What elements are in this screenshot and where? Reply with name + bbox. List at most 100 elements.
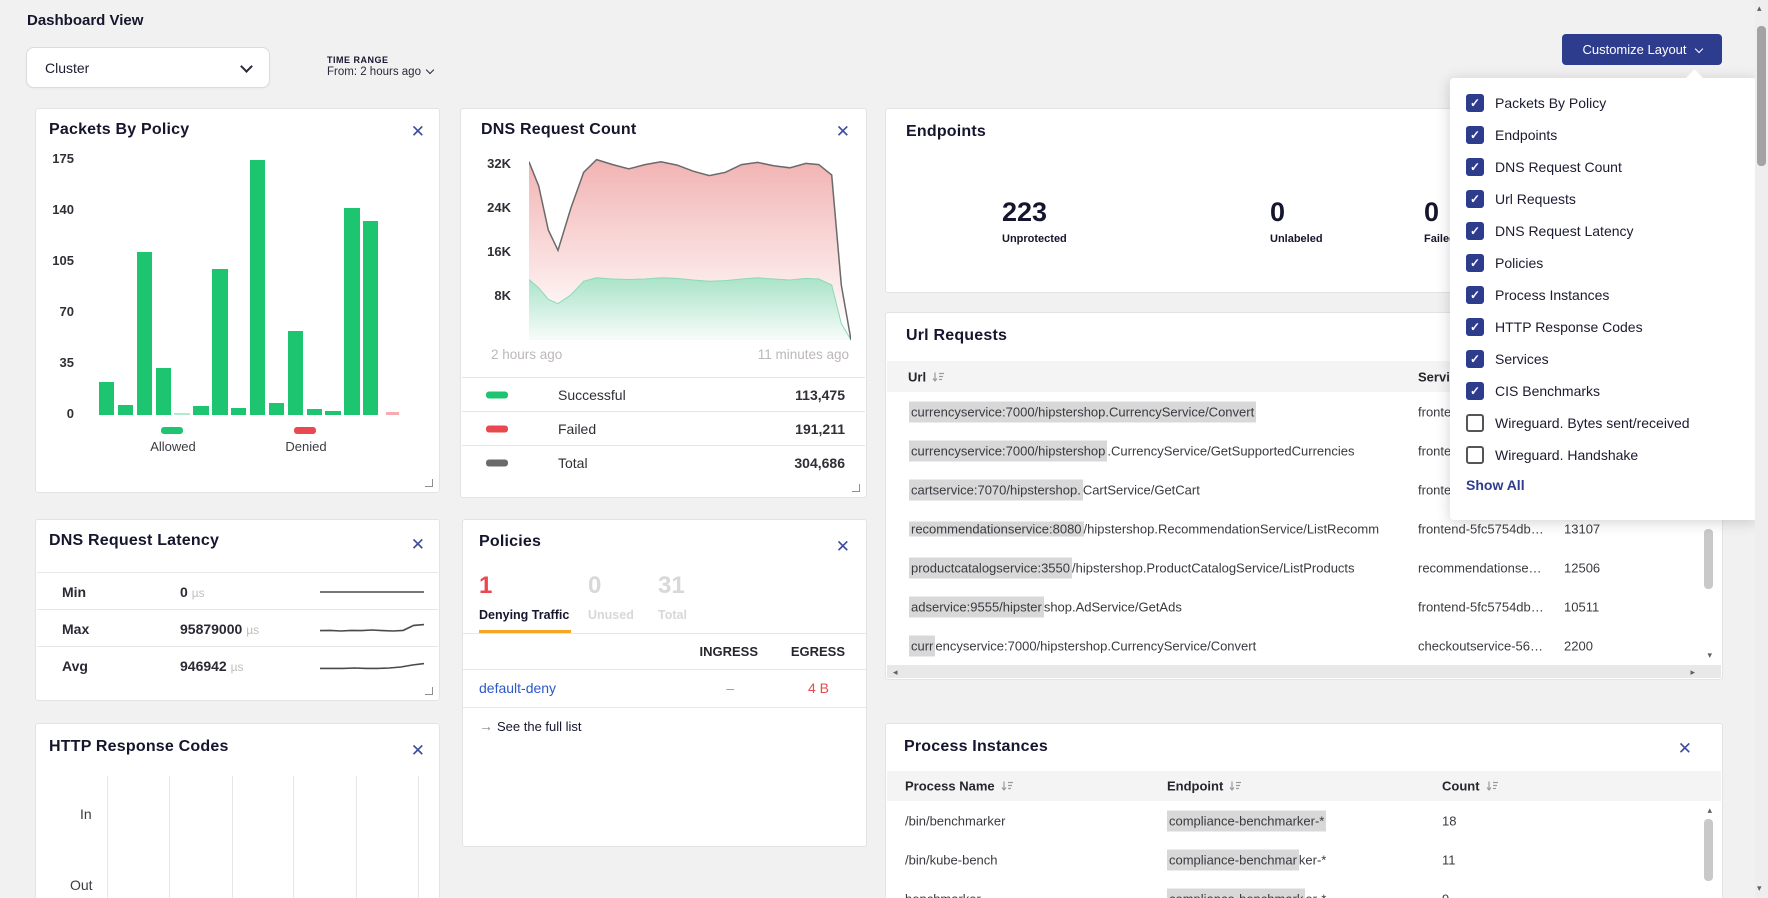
table-vertical-scrollbar[interactable] bbox=[1704, 529, 1713, 589]
count-cell: 18 bbox=[1442, 813, 1456, 828]
divider bbox=[463, 669, 866, 670]
view-scope-select[interactable]: Cluster bbox=[26, 47, 270, 88]
checkbox[interactable]: ✓ bbox=[1466, 254, 1484, 272]
card-title: Policies bbox=[479, 533, 541, 551]
resize-grip[interactable] bbox=[425, 687, 433, 695]
menu-item-endpoints[interactable]: ✓Endpoints bbox=[1450, 119, 1757, 151]
time-range-label: TIME RANGE bbox=[327, 55, 389, 65]
menu-item-dns-request-latency[interactable]: ✓DNS Request Latency bbox=[1450, 215, 1757, 247]
scroll-left-icon[interactable]: ◂ bbox=[893, 668, 898, 677]
bar-allowed bbox=[344, 208, 359, 415]
resize-grip[interactable] bbox=[425, 479, 433, 487]
metric-value-unlabeled: 0 bbox=[1270, 197, 1285, 228]
column-header-url[interactable]: Url bbox=[908, 369, 945, 384]
bar-allowed bbox=[288, 331, 303, 416]
scroll-down-icon[interactable]: ▾ bbox=[1707, 651, 1712, 660]
latency-value: 95879000 bbox=[180, 621, 242, 637]
menu-item-dns-request-count[interactable]: ✓DNS Request Count bbox=[1450, 151, 1757, 183]
checkbox[interactable]: ✓ bbox=[1466, 286, 1484, 304]
bar-allowed bbox=[137, 252, 152, 415]
page-scrollbar[interactable]: ▴ ▾ bbox=[1755, 0, 1768, 898]
table-vertical-scrollbar[interactable] bbox=[1704, 819, 1713, 881]
column-header-count[interactable]: Count bbox=[1442, 779, 1499, 794]
menu-item-process-instances[interactable]: ✓Process Instances bbox=[1450, 279, 1757, 311]
menu-item-http-response-codes[interactable]: ✓HTTP Response Codes bbox=[1450, 311, 1757, 343]
bar-allowed bbox=[212, 269, 227, 415]
bar-allowed bbox=[307, 409, 322, 415]
close-icon[interactable]: ✕ bbox=[1678, 740, 1692, 757]
gridline bbox=[169, 776, 170, 898]
table-horizontal-scrollbar[interactable]: ◂ ▸ bbox=[887, 665, 1721, 678]
card-title: HTTP Response Codes bbox=[49, 738, 229, 756]
checkbox[interactable]: ✓ bbox=[1466, 318, 1484, 336]
checkbox[interactable]: ✓ bbox=[1466, 94, 1484, 112]
checkbox[interactable]: ✓ bbox=[1466, 382, 1484, 400]
stat-value-unused[interactable]: 0 bbox=[588, 572, 601, 600]
packets-by-policy-card: Packets By Policy ✕ 03570105140175 Allow… bbox=[35, 108, 440, 493]
stat-label-total[interactable]: Total bbox=[658, 608, 687, 622]
table-header-row: Process Name Endpoint Count bbox=[887, 771, 1721, 801]
checkbox[interactable]: ✓ bbox=[1466, 222, 1484, 240]
policy-link[interactable]: default-deny bbox=[479, 680, 556, 696]
menu-item-cis-benchmarks[interactable]: ✓CIS Benchmarks bbox=[1450, 375, 1757, 407]
gridline bbox=[107, 776, 108, 898]
menu-item-url-requests[interactable]: ✓Url Requests bbox=[1450, 183, 1757, 215]
divider bbox=[463, 707, 866, 708]
page-scrollbar-thumb[interactable] bbox=[1757, 26, 1766, 166]
show-all-link[interactable]: Show All bbox=[1466, 477, 1525, 493]
bar-allowed bbox=[156, 368, 171, 415]
url-text-highlighted: cartservice:7070/hipstershop. bbox=[909, 479, 1083, 500]
column-header-process-name[interactable]: Process Name bbox=[905, 779, 1014, 794]
scroll-up-icon[interactable]: ▴ bbox=[1757, 4, 1762, 13]
column-header-endpoint[interactable]: Endpoint bbox=[1167, 779, 1242, 794]
y-tick-label: 70 bbox=[60, 304, 74, 319]
latency-label: Min bbox=[62, 584, 86, 600]
scroll-down-icon[interactable]: ▾ bbox=[1757, 884, 1762, 893]
time-range-value[interactable]: From: 2 hours ago bbox=[327, 66, 433, 78]
close-icon[interactable]: ✕ bbox=[411, 123, 425, 140]
sparkline-min bbox=[319, 581, 425, 603]
see-full-list-link[interactable]: See the full list bbox=[497, 719, 582, 734]
close-icon[interactable]: ✕ bbox=[411, 536, 425, 553]
stat-label-denying[interactable]: Denying Traffic bbox=[479, 608, 569, 622]
menu-item-packets-by-policy[interactable]: ✓Packets By Policy bbox=[1450, 87, 1757, 119]
table-row: currencyservice:7000/hipstershop.Currenc… bbox=[887, 626, 1721, 666]
metric-label-unlabeled: Unlabeled bbox=[1270, 233, 1323, 245]
close-icon[interactable]: ✕ bbox=[836, 123, 850, 140]
stat-value-total[interactable]: 31 bbox=[658, 572, 685, 600]
count-cell: 11 bbox=[1442, 852, 1456, 867]
checkbox[interactable] bbox=[1466, 446, 1484, 464]
legend-value: 113,475 bbox=[795, 387, 845, 403]
scroll-right-icon[interactable]: ▸ bbox=[1690, 668, 1695, 677]
checkbox[interactable]: ✓ bbox=[1466, 190, 1484, 208]
menu-item-policies[interactable]: ✓Policies bbox=[1450, 247, 1757, 279]
menu-item-services[interactable]: ✓Services bbox=[1450, 343, 1757, 375]
checkbox[interactable]: ✓ bbox=[1466, 158, 1484, 176]
bar-allowed bbox=[250, 160, 265, 415]
checkbox[interactable]: ✓ bbox=[1466, 126, 1484, 144]
customize-layout-button[interactable]: Customize Layout bbox=[1562, 34, 1722, 65]
stat-label-unused[interactable]: Unused bbox=[588, 608, 634, 622]
checkbox[interactable]: ✓ bbox=[1466, 350, 1484, 368]
page-title: Dashboard View bbox=[27, 12, 143, 29]
menu-item-wireguard-handshake[interactable]: Wireguard. Handshake bbox=[1450, 439, 1757, 471]
checkbox[interactable] bbox=[1466, 414, 1484, 432]
scroll-up-icon[interactable]: ▴ bbox=[1707, 806, 1712, 815]
latency-label: Max bbox=[62, 621, 89, 637]
bar-allowed bbox=[193, 406, 208, 415]
endpoint-text: er-* bbox=[1305, 891, 1326, 898]
resize-grip[interactable] bbox=[852, 484, 860, 492]
sort-icon bbox=[1229, 781, 1242, 792]
menu-item-wireguard-bytes[interactable]: Wireguard. Bytes sent/received bbox=[1450, 407, 1757, 439]
y-tick-label: 8K bbox=[494, 288, 511, 303]
latency-unit: µs bbox=[231, 660, 244, 674]
service-cell: checkoutservice-56… bbox=[1418, 638, 1543, 653]
bar-denied bbox=[386, 412, 399, 415]
close-icon[interactable]: ✕ bbox=[411, 742, 425, 759]
legend-value: 304,686 bbox=[794, 455, 845, 471]
latency-unit: µs bbox=[192, 586, 205, 600]
sparkline-avg bbox=[319, 655, 425, 677]
stat-value-denying[interactable]: 1 bbox=[479, 572, 492, 600]
y-tick-label: 24K bbox=[487, 200, 511, 215]
close-icon[interactable]: ✕ bbox=[836, 538, 850, 555]
